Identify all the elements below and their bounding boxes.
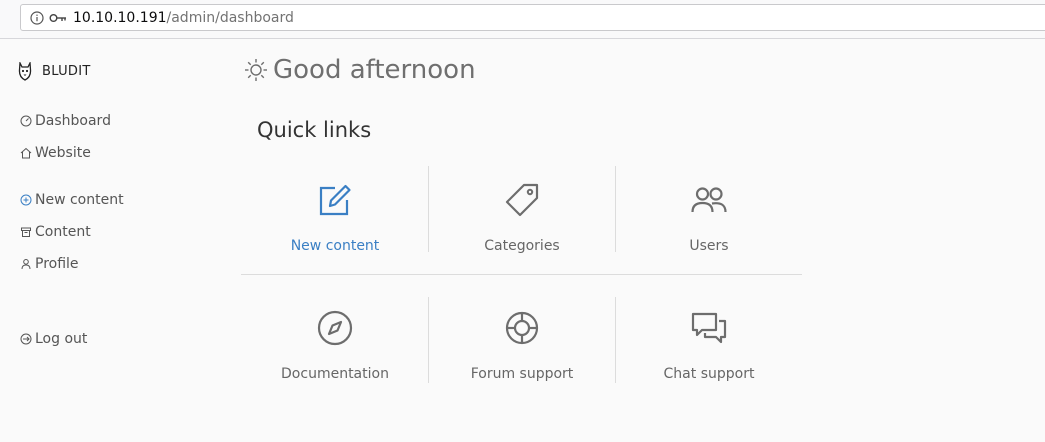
url-path: /admin/dashboard [166,10,294,26]
tile-divider [428,297,429,383]
bludit-logo-icon [18,62,32,81]
greeting: Good afternoon [243,55,476,85]
quick-links-title: Quick links [257,118,372,142]
quick-link-forum-support[interactable]: Forum support [429,310,615,382]
tile-divider [428,166,429,252]
archive-icon [21,227,31,237]
url-text[interactable]: 10.10.10.191/admin/dashboard [73,10,294,26]
address-bar[interactable]: 10.10.10.191/admin/dashboard [20,4,1045,31]
tile-label: Users [689,238,729,254]
compass-icon [317,310,353,346]
greeting-text: Good afternoon [273,55,476,85]
url-host: 10.10.10.191 [73,10,167,26]
tile-label: New content [290,238,380,254]
sidebar-item-dashboard[interactable]: Dashboard [20,113,111,129]
tile-label: Categories [484,238,560,254]
sidebar-item-label: Website [35,145,91,161]
sidebar-item-profile[interactable]: Profile [20,256,79,272]
sidebar-item-label: Content [35,224,91,240]
browser-toolbar: 10.10.10.191/admin/dashboard [0,0,1045,39]
tile-divider [615,297,616,383]
edit-icon [319,184,351,216]
brand-name: BLUDIT [42,64,91,79]
quick-link-documentation[interactable]: Documentation [242,310,428,382]
quick-link-categories[interactable]: Categories [429,182,615,254]
tile-label: Forum support [470,366,574,382]
quick-link-chat-support[interactable]: Chat support [616,310,802,382]
row-divider [241,274,802,275]
sidebar-item-label: Profile [35,256,79,272]
users-icon [691,187,727,213]
brand-logo[interactable]: BLUDIT [18,62,91,81]
chat-icon [691,312,727,344]
lifebuoy-icon [505,311,539,345]
tag-icon [505,183,539,217]
dashboard-icon [20,115,32,127]
quick-link-new-content[interactable]: New content [242,182,428,254]
sidebar-item-logout[interactable]: Log out [20,331,87,347]
sidebar-item-label: Dashboard [35,113,111,129]
sidebar-item-new-content[interactable]: New content [20,192,124,208]
sidebar-item-label: New content [35,192,124,208]
key-icon[interactable] [49,12,67,24]
sidebar-item-website[interactable]: Website [20,145,91,161]
home-icon [20,147,32,159]
logout-icon [20,333,32,345]
tile-label: Chat support [663,366,755,382]
tile-divider [615,166,616,252]
sidebar-item-label: Log out [35,331,88,347]
info-icon[interactable] [30,11,44,25]
person-icon [21,259,31,270]
tile-label: Documentation [281,366,389,382]
quick-link-users[interactable]: Users [616,182,802,254]
sidebar-item-content[interactable]: Content [20,224,91,240]
sun-icon [245,59,267,81]
plus-circle-icon [20,194,32,206]
